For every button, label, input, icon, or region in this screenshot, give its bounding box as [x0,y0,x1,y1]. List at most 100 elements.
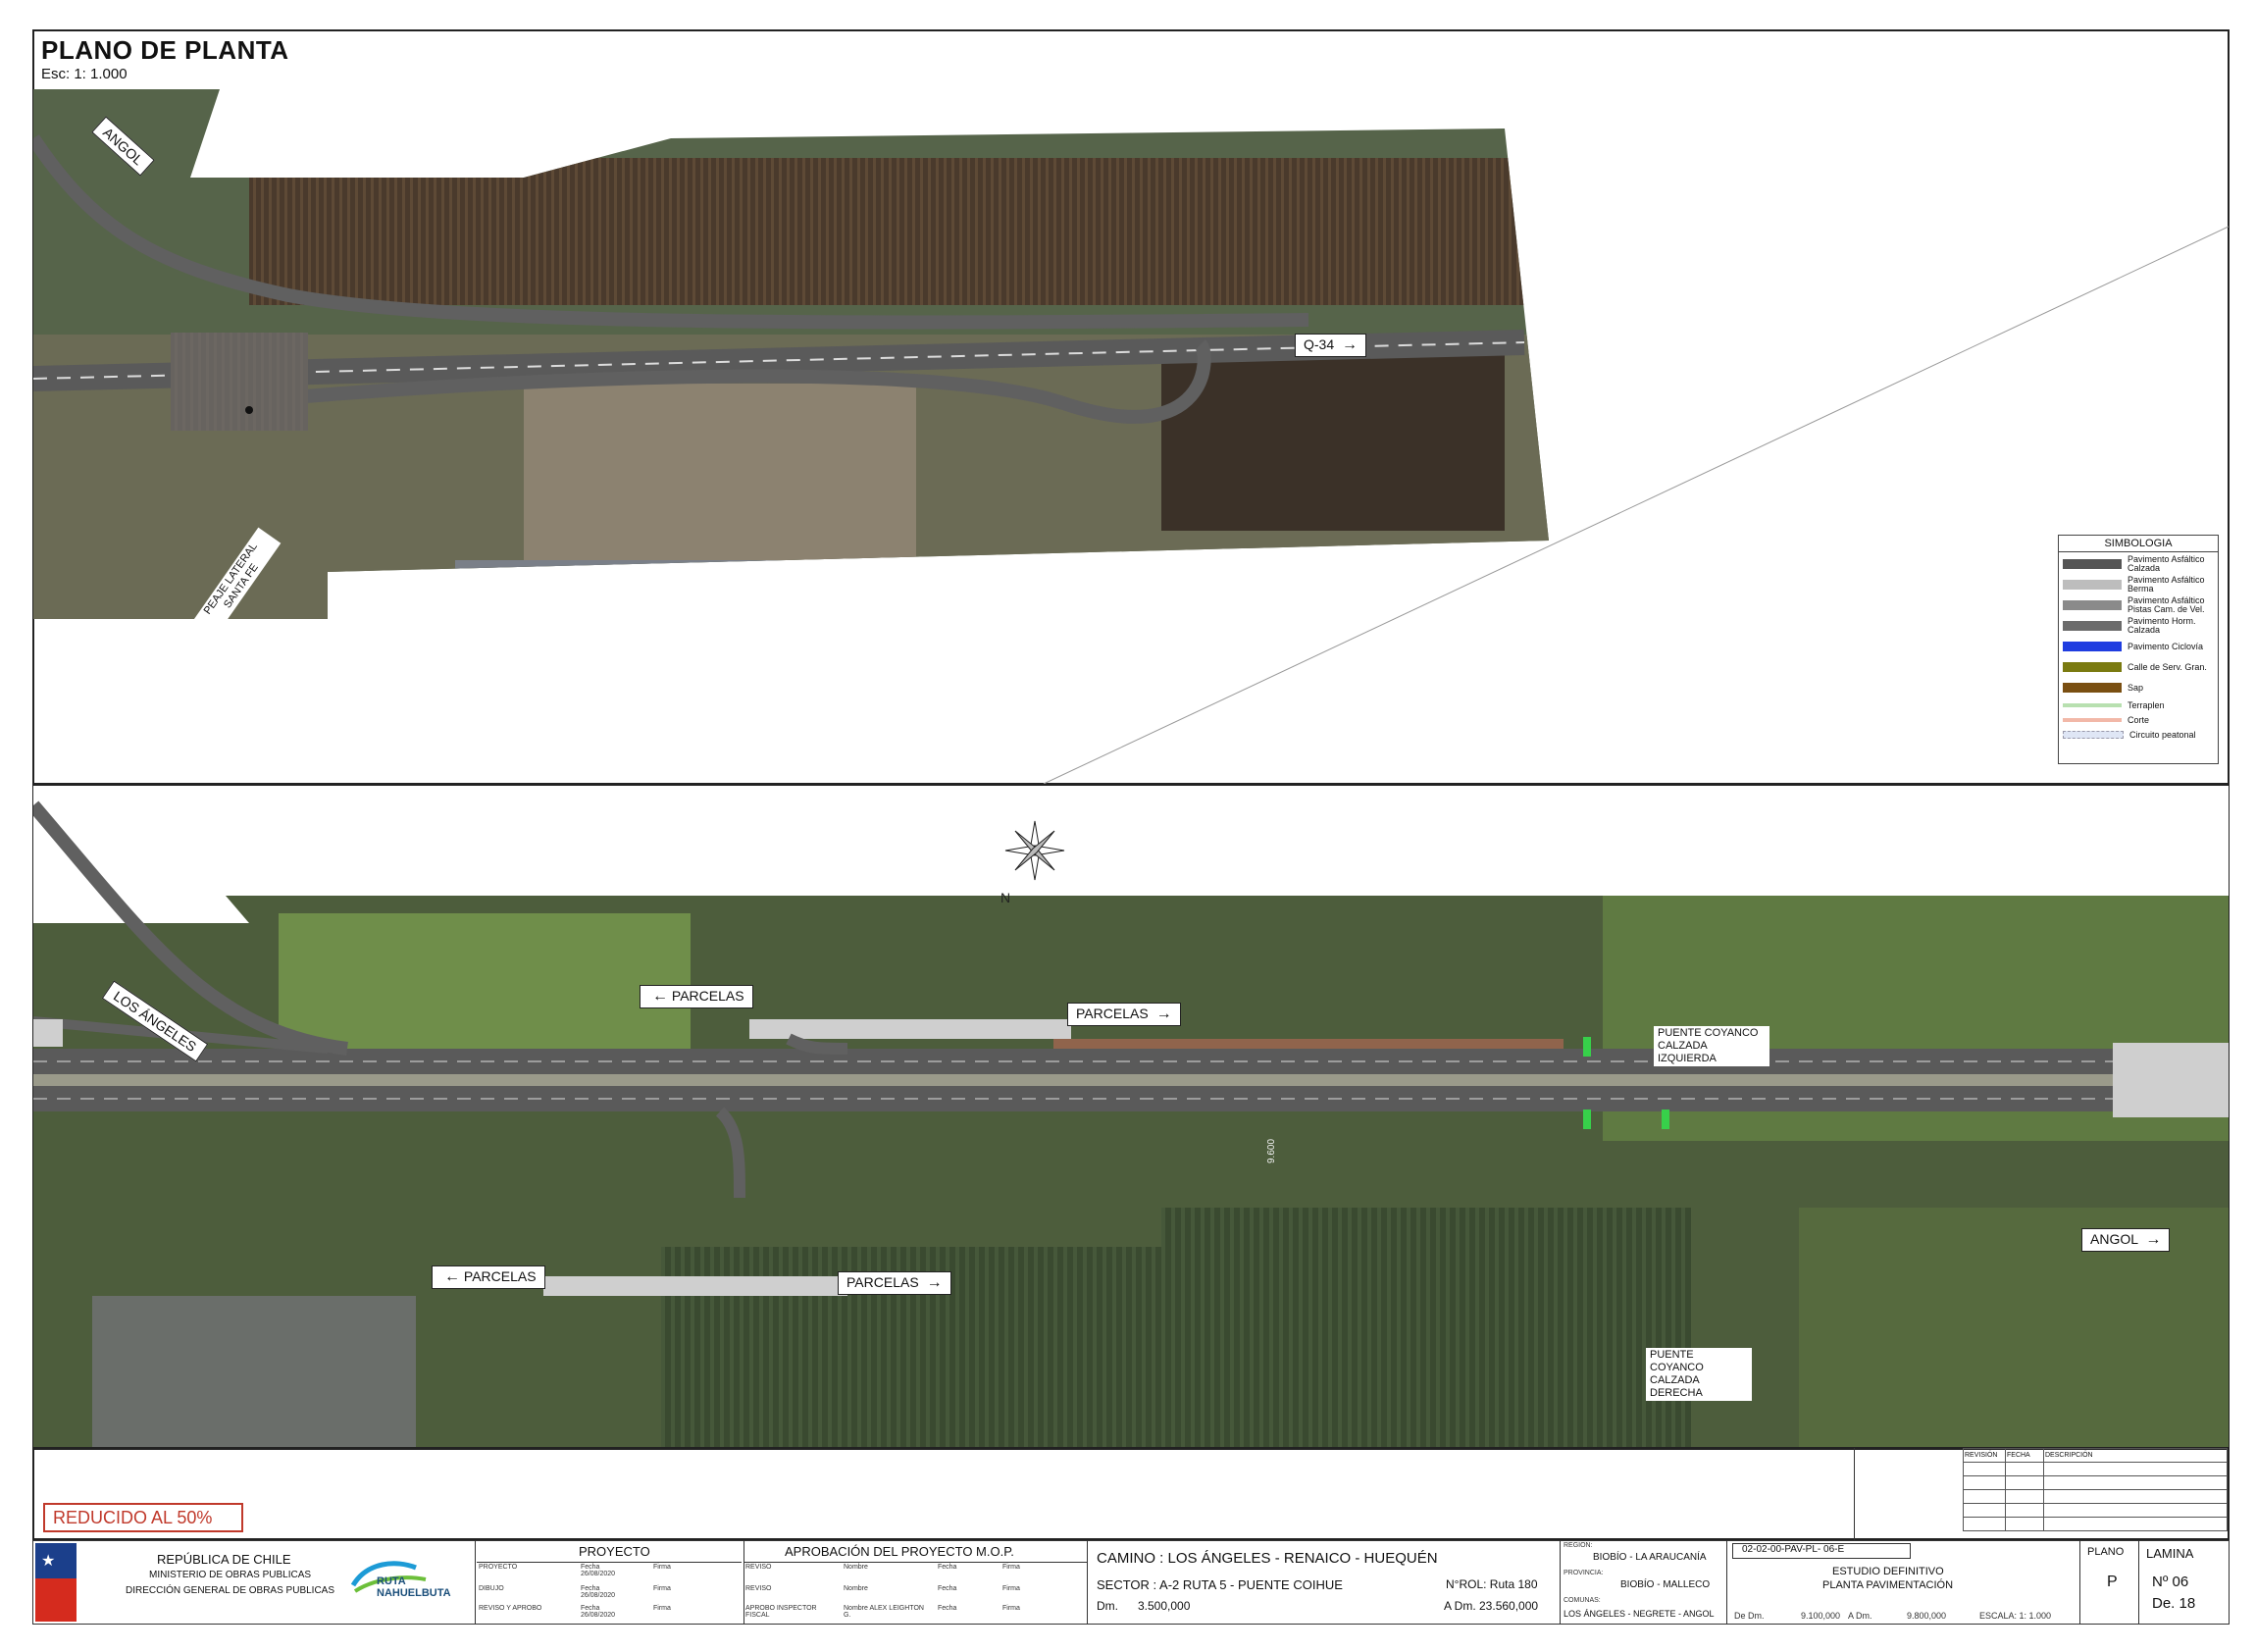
label-parcelas-text: PARCELAS [1076,1006,1149,1021]
dibujo-fecha: Fecha 26/08/2020 [581,1585,616,1599]
divider-aprob [1087,1540,1088,1625]
aprob-nombre: Nombre ALEX LEIGHTON G. [844,1605,924,1619]
proyecto-firma: Firma [653,1564,671,1571]
legend-item: Pavimento Asfáltico Berma [2063,576,2214,594]
plano-value: P [2107,1574,2118,1590]
comunas-label: COMUNAS: [1564,1597,1601,1604]
ruta-nahuelbuta-logo: RUTA NAHUELBUTA [347,1556,469,1599]
divider-camino [1560,1540,1561,1625]
rol-text: N°ROL: Ruta 180 [1446,1577,1538,1591]
aprob-role: APROBO INSPECTOR FISCAL [745,1605,817,1619]
sector-text: SECTOR : A-2 RUTA 5 - PUENTE COIHUE [1097,1577,1343,1592]
aprob-firma: Firma [1002,1564,1020,1571]
ministerio-text: MINISTERIO DE OBRAS PUBLICAS [149,1570,312,1580]
arrow-right-icon: → [2145,1231,2162,1248]
dibujo-firma: Firma [653,1585,671,1592]
divider-estudio [2079,1540,2080,1625]
legend-label: Terraplen [2128,699,2165,710]
stamp-reducido: REDUCIDO AL 50% [43,1503,243,1532]
aprob-fecha: Fecha [938,1605,957,1612]
legend-swatch [2063,580,2122,590]
label-puente-izq-text: PUENTE COYANCO CALZADA IZQUIERDA [1658,1027,1759,1064]
rev-header-revision: REVISIÓN [1963,1448,2006,1463]
plano-label: PLANO [2087,1546,2125,1558]
republica-text: REPÚBLICA DE CHILE [157,1552,291,1567]
legend-swatch [2063,642,2122,651]
divider-plano [2138,1540,2139,1625]
north-arrow-icon: N [1000,820,1065,904]
a-dm-value: 9.800,000 [1907,1611,1947,1621]
legend-swatch [2063,621,2122,631]
legend-item: Terraplen [2063,699,2214,711]
legend-swatch [2063,600,2122,610]
aprob-firma: Firma [1002,1585,1020,1592]
legend-item: Corte [2063,714,2214,726]
escala-text: ESCALA: 1: 1.000 [1979,1611,2052,1621]
divider-logo [475,1540,476,1625]
legend-title: SIMBOLOGIA [2059,536,2218,552]
bottom-aerial-photo [33,786,2229,1447]
legend-label: Pavimento Horm. Calzada [2128,616,2196,635]
legend-label: Calle de Serv. Gran. [2128,661,2207,672]
aprob-nombre: Nombre [844,1585,868,1592]
de-dm-label: De Dm. [1734,1611,1765,1621]
reviso-firma: Firma [653,1605,671,1612]
label-puente-der: PUENTE COYANCO CALZADA DERECHA [1646,1348,1752,1401]
label-angol-bottom-text: ANGOL [2090,1231,2138,1247]
legend-item: Pavimento Horm. Calzada [2063,617,2214,635]
codigo-text: 02-02-00-PAV-PL- 06-E [1742,1544,1845,1555]
planta-text: PLANTA PAVIMENTACIÓN [1822,1579,1954,1591]
provincia-value: BIOBÍO - MALLECO [1620,1579,1711,1590]
plan-title: PLANO DE PLANTA Esc: 1: 1.000 [35,33,295,84]
arrow-left-icon: ← [652,988,668,1005]
aprob-role: REVISO [745,1585,772,1592]
legend-item: Sap [2063,679,2214,697]
km-marker: 9.600 [1266,1138,1278,1164]
dm-value: 3.500,000 [1138,1599,1191,1613]
label-parcelas-3: ← PARCELAS [432,1265,545,1289]
label-parcelas-2: PARCELAS → [1067,1003,1181,1026]
legend-item: Calle de Serv. Gran. [2063,658,2214,676]
legend-swatch [2063,731,2124,739]
legend-box: SIMBOLOGIA Pavimento Asfáltico Calzada P… [2058,535,2219,764]
lamina-total: De. 18 [2152,1595,2196,1612]
legend-label: Pavimento Asfáltico Calzada [2128,554,2205,573]
lamina-number: Nº 06 [2152,1574,2189,1590]
reviso-fecha: Fecha 26/08/2020 [581,1605,616,1619]
label-parcelas-1: ← PARCELAS [640,985,753,1008]
legend-swatch [2063,718,2122,722]
legend-item: Pavimento Asfáltico Pistas Cam. de Vel. [2063,596,2214,614]
aprob-role: REVISO [745,1564,772,1571]
lamina-label: LAMINA [2146,1546,2194,1561]
legend-item: Pavimento Asfáltico Calzada [2063,555,2214,573]
legend-swatch [2063,559,2122,569]
a-dm-label: A Dm. [1848,1611,1872,1621]
top-aerial-photo [33,89,2229,784]
label-q34: Q-34 → [1295,334,1367,357]
plan-title-main: PLANO DE PLANTA [41,35,289,65]
label-puente-izq: PUENTE COYANCO CALZADA IZQUIERDA [1654,1026,1769,1066]
aprob-nombre: Nombre [844,1564,868,1571]
region-label: REGION: [1564,1542,1593,1549]
plan-scale: Esc: 1: 1.000 [41,66,128,82]
region-value: BIOBÍO - LA ARAUCANÍA [1593,1552,1707,1563]
provincia-label: PROVINCIA: [1564,1570,1604,1576]
gov-chile-logo: ★ [35,1543,77,1622]
aprob-firma: Firma [1002,1605,1020,1612]
dibujo-role: DIBUJO [479,1585,504,1592]
aprob-fecha: Fecha [938,1564,957,1571]
legend-label: Sap [2128,682,2144,693]
label-parcelas-text: PARCELAS [463,1268,537,1284]
arrow-right-icon: → [1155,1006,1172,1022]
estudio-text: ESTUDIO DEFINITIVO [1832,1566,1944,1577]
revision-table: REVISIÓN FECHA DESCRIPCIÓN [1854,1448,2230,1540]
label-parcelas-text: PARCELAS [846,1274,919,1290]
legend-item: Pavimento Ciclovía [2063,638,2214,655]
legend-label: Pavimento Asfáltico Berma [2128,575,2205,594]
legend-label: Circuito peatonal [2129,729,2196,740]
proyecto-role: PROYECTO [479,1564,518,1571]
legend-label: Corte [2128,714,2150,725]
label-puente-der-text: PUENTE COYANCO CALZADA DERECHA [1650,1349,1704,1399]
proyecto-fecha: Fecha 26/08/2020 [581,1564,616,1577]
label-parcelas-text: PARCELAS [671,988,744,1004]
